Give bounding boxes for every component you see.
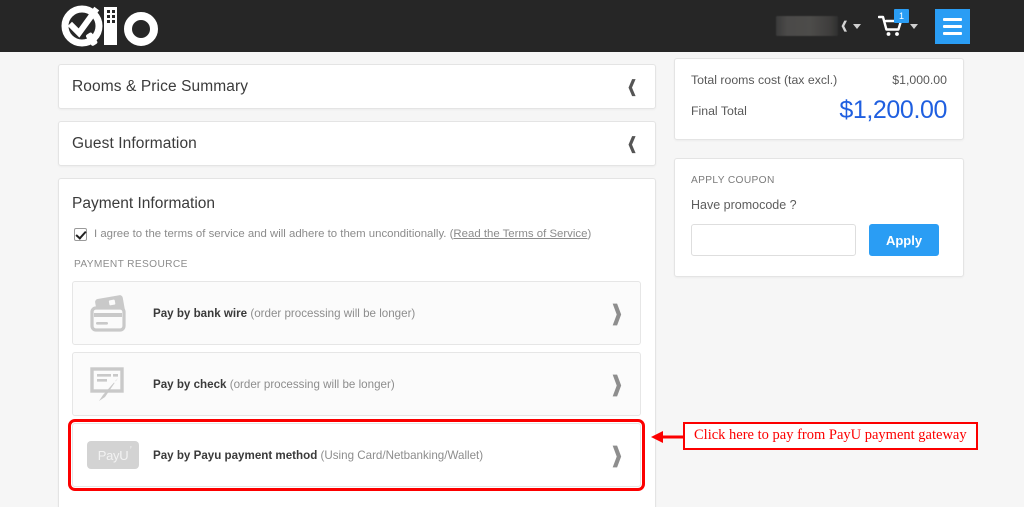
promocode-input[interactable] [691,224,856,256]
payment-option-bank-wire[interactable]: Pay by bank wire (order processing will … [72,281,641,345]
accordion-guest-information[interactable]: Guest Information ❰ [58,121,656,166]
checkout-main-column: Rooms & Price Summary ❰ Guest Informatio… [58,64,656,507]
payment-option-title: Pay by bank wire [153,306,248,320]
payu-logo-text: PayU [97,447,129,463]
username-redacted [775,16,838,36]
payment-option-title: Pay by Payu payment method [153,448,318,462]
chevron-left-icon[interactable]: ❰ [626,78,638,95]
chevron-right-icon[interactable]: ❱ [611,303,624,324]
credit-card-icon [83,293,143,333]
chevron-right-icon[interactable]: ❱ [611,374,624,395]
site-header: ❰ 1 [0,0,1024,52]
terms-text-suffix: ) [587,228,592,240]
page-body: Rooms & Price Summary ❰ Guest Informatio… [0,52,1024,507]
payment-option-label: Pay by bank wire (order processing will … [153,307,415,320]
terms-text-main: I agree to the terms of service and will… [94,228,454,240]
accordion-title: Rooms & Price Summary [72,77,249,95]
menu-icon-bar [943,31,962,35]
payment-option-title: Pay by check [153,377,227,391]
payu-logo-icon: PayU ’ [83,441,143,469]
chevron-left-icon[interactable]: ❰ [626,135,638,152]
caret-down-icon [853,23,861,29]
chevron-right-icon[interactable]: ❱ [611,445,624,466]
payment-option-payu[interactable]: PayU ’ Pay by Payu payment method (Using… [68,419,645,491]
menu-icon-bar [943,24,962,28]
cart-badge: 1 [894,9,909,23]
payment-information-panel: Payment Information I agree to the terms… [58,178,656,507]
final-total-row: Final Total $1,200.00 [691,98,947,123]
apply-coupon-card: APPLY COUPON Have promocode ? Apply [674,158,964,277]
page-title: Payment Information [72,195,216,212]
shopping-cart-icon: 1 [877,9,909,38]
terms-checkbox[interactable] [74,228,87,241]
payment-option-label: Pay by Payu payment method (Using Card/N… [153,449,483,462]
header-actions: ❰ 1 [775,0,970,52]
cart-menu[interactable]: 1 [877,9,918,38]
promocode-prompt: Have promocode ? [691,198,797,212]
terms-agreement-row: I agree to the terms of service and will… [72,227,641,241]
final-total-label: Final Total [691,103,747,118]
total-rooms-cost-label: Total rooms cost (tax excl.) [691,73,838,87]
total-rooms-cost-value: $1,000.00 [892,73,947,87]
order-totals-card: Total rooms cost (tax excl.) $1,000.00 F… [674,58,964,140]
user-account-menu[interactable]: ❰ [775,13,861,39]
payment-option-note: (Using Card/Netbanking/Wallet) [320,448,484,462]
total-rooms-cost-row: Total rooms cost (tax excl.) $1,000.00 [691,73,947,87]
payment-option-note: (order processing will be longer) [229,377,395,391]
payu-logo: PayU ’ [87,441,139,469]
payment-option-note: (order processing will be longer) [250,306,416,320]
brand-logo[interactable] [58,3,162,49]
payment-option-label: Pay by check (order processing will be l… [153,378,395,391]
apply-coupon-button[interactable]: Apply [869,224,939,256]
terms-of-service-link[interactable]: Read the Terms of Service [453,228,587,240]
accordion-title: Guest Information [72,134,197,152]
payment-resource-label: PAYMENT RESOURCE [74,259,188,270]
accordion-rooms-price-summary[interactable]: Rooms & Price Summary ❰ [58,64,656,109]
payu-swoosh-icon: ’ [127,444,133,457]
caret-down-icon [910,23,918,29]
apply-coupon-title: APPLY COUPON [691,175,775,186]
terms-text: I agree to the terms of service and will… [94,227,591,241]
coupon-form: Apply [691,224,947,256]
hamburger-menu-button[interactable] [935,8,970,44]
order-summary-column: Total rooms cost (tax excl.) $1,000.00 F… [674,58,964,277]
check-writing-icon [83,364,143,404]
final-total-value: $1,200.00 [839,96,947,124]
chevron-left-icon: ❰ [839,19,849,32]
menu-icon-bar [943,17,962,21]
payment-option-check[interactable]: Pay by check (order processing will be l… [72,352,641,416]
